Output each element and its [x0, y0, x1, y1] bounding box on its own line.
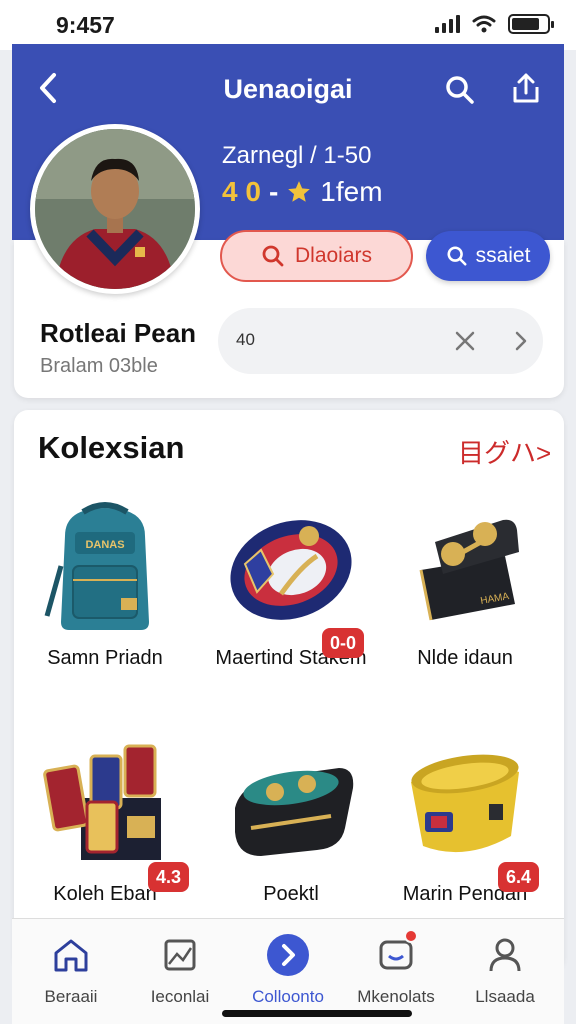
price-badge: 6.4	[498, 862, 540, 892]
product-item[interactable]: Poektl	[206, 732, 376, 906]
chevron-right-icon	[515, 331, 527, 351]
search-input-value: 40	[236, 330, 255, 349]
nav-item-collection[interactable]: Colloonto	[233, 933, 343, 1007]
signal-icon	[435, 15, 460, 33]
price-badge: 0-0	[322, 628, 365, 658]
backpack-icon: DANAS	[44, 502, 149, 630]
section-title: Kolexsian	[38, 430, 185, 465]
primary-action-label: Dlaoiars	[294, 244, 373, 267]
svg-text:DANAS: DANAS	[85, 539, 124, 551]
clear-button[interactable]	[450, 326, 480, 356]
nav-label: Llsaada	[475, 987, 535, 1006]
nav-label: Ieconlai	[150, 987, 210, 1006]
wallet-icon: HAMA	[419, 519, 519, 621]
product-item[interactable]: DANAS Samn Priadn	[20, 496, 190, 670]
search-icon	[262, 245, 284, 267]
share-button[interactable]	[506, 68, 546, 108]
bottom-nav: Beraaii Ieconlai Colloonto Mkenolats Lls…	[12, 918, 564, 1024]
gallery-icon	[164, 939, 196, 971]
profile-handle: Bralam 03ble	[40, 355, 158, 377]
nav-item-messages[interactable]: Mkenolats	[341, 929, 451, 1007]
profile-subtitle: Zarnegl / 1-50	[222, 142, 372, 169]
home-indicator	[222, 1010, 412, 1017]
nav-item-home[interactable]: Beraaii	[16, 933, 126, 1007]
battery-icon	[508, 14, 554, 34]
next-button[interactable]	[506, 326, 536, 356]
share-icon	[513, 73, 539, 103]
search-button[interactable]	[440, 70, 480, 110]
nav-label: Beraaii	[44, 987, 98, 1006]
messages-icon	[379, 940, 413, 970]
nav-label: Mkenolats	[357, 987, 435, 1006]
profile-name: Rotleai Pean	[40, 318, 197, 348]
cup-set-icon	[43, 744, 161, 860]
product-item[interactable]: HAMA Nlde idaun	[380, 496, 550, 670]
player-photo	[35, 129, 195, 289]
product-name: Nlde idaun	[417, 647, 513, 669]
product-name: Poektl	[263, 883, 319, 905]
search-icon	[446, 76, 474, 104]
profile-icon	[489, 938, 521, 972]
stat-number: 4 0	[222, 176, 261, 207]
nav-label: Colloonto	[252, 987, 324, 1006]
primary-action-button[interactable]: Dlaoiars	[220, 230, 413, 282]
status-icons	[435, 14, 554, 34]
see-all-link[interactable]: 目グハ>	[458, 433, 551, 470]
wifi-icon	[472, 15, 496, 33]
pouch-icon	[235, 768, 354, 856]
stat-separator: -	[268, 176, 279, 207]
status-time: 9:457	[56, 12, 115, 38]
home-icon	[54, 939, 88, 972]
search-input[interactable]: 40	[218, 308, 543, 374]
arrow-circle-icon	[267, 934, 309, 976]
avatar[interactable]	[30, 124, 200, 294]
profile-stats: 4 0 - 1fem	[222, 176, 383, 208]
close-icon	[455, 331, 475, 351]
product-name: Samn Priadn	[47, 647, 163, 669]
secondary-action-button[interactable]: ssaiet	[426, 231, 550, 281]
status-bar: 9:457	[0, 0, 576, 50]
nav-item-profile[interactable]: Llsaada	[450, 933, 560, 1007]
wristband-icon	[230, 520, 352, 620]
bowl-icon	[411, 754, 519, 853]
nav-item-gallery[interactable]: Ieconlai	[125, 933, 235, 1007]
notification-dot	[404, 929, 418, 943]
stat-label: 1fem	[320, 176, 383, 207]
page-title: Uenaoigai	[223, 74, 353, 104]
secondary-action-label: ssaiet	[475, 244, 531, 267]
search-icon	[447, 246, 467, 266]
star-icon	[288, 181, 311, 202]
price-badge: 4.3	[148, 862, 190, 892]
